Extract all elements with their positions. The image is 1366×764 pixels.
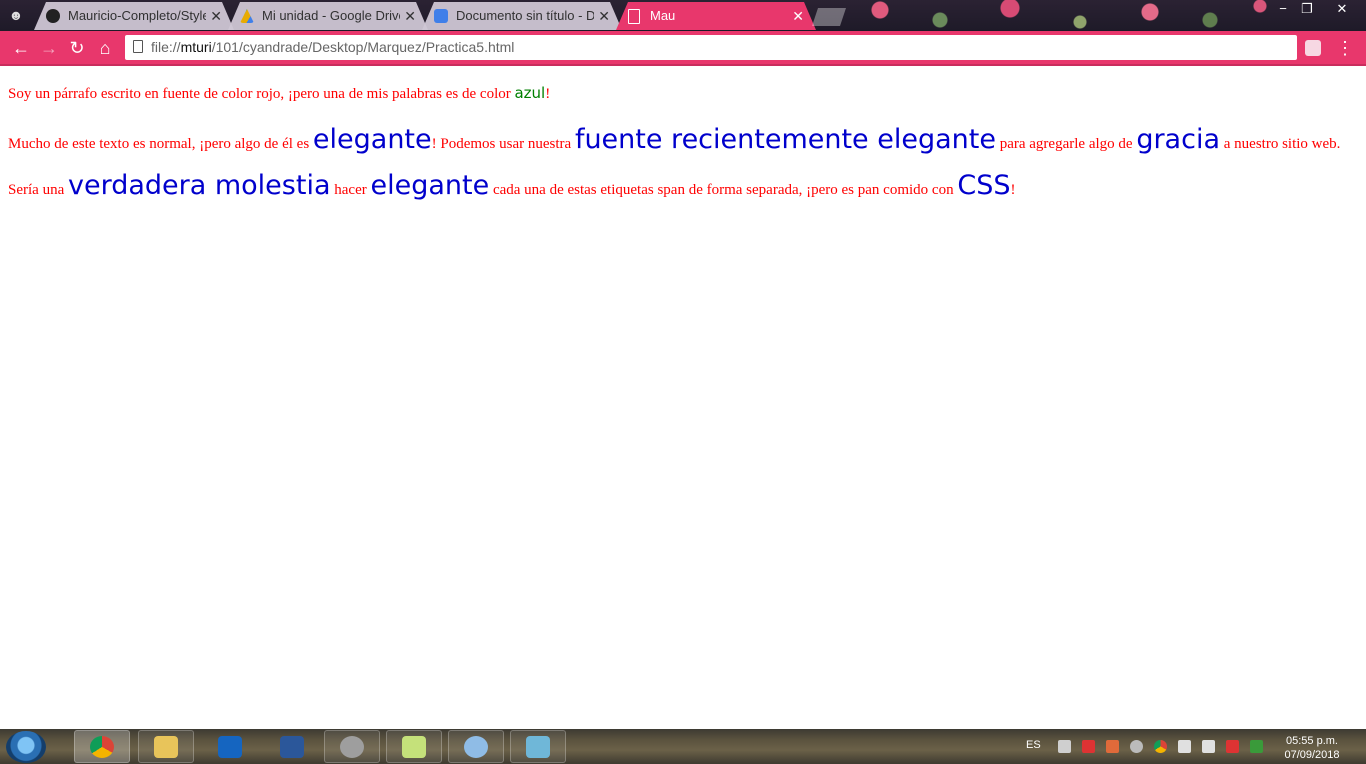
tab-close-icon[interactable]: ✕ — [210, 2, 222, 30]
start-button[interactable] — [6, 731, 46, 763]
close-window-button[interactable]: ✕ — [1324, 0, 1360, 20]
fancy-span: CSS — [957, 170, 1011, 201]
windows-taskbar: ES — [0, 729, 1366, 764]
browser-toolbar: ← → ↻ ⌂ file://mturi/101/cyandrade/Deskt… — [0, 31, 1366, 64]
paint-icon — [464, 736, 488, 758]
taskbar-paint[interactable] — [448, 730, 504, 763]
browser-titlebar: ☻ Mauricio-Completo/Style ✕ Mi unidad - … — [0, 0, 1366, 31]
taskbar-settings[interactable] — [324, 730, 380, 763]
tab-mau[interactable]: Mau ✕ — [616, 2, 816, 30]
extension-icon[interactable] — [1305, 40, 1321, 56]
tab-title: Mi unidad - Google Drive — [262, 8, 400, 23]
browser-menu-icon[interactable]: ⋮ — [1336, 37, 1354, 59]
volume-icon[interactable] — [1178, 740, 1191, 753]
clock-time: 05:55 p.m. — [1286, 735, 1338, 747]
settings-icon — [340, 736, 364, 758]
fancy-span: fuente recientemente elegante — [574, 124, 996, 155]
page-info-icon[interactable] — [133, 40, 143, 53]
app-icon — [526, 736, 550, 758]
google-docs-icon — [434, 9, 448, 23]
home-button[interactable]: ⌂ — [94, 37, 116, 59]
paragraph-2: Mucho de este texto es normal, ¡pero alg… — [8, 124, 1341, 201]
incognito-icon: ☻ — [8, 7, 24, 23]
tab-title: Mauricio-Completo/Style — [68, 8, 206, 23]
gear-icon[interactable] — [1130, 740, 1143, 753]
taskbar-sticky-notes[interactable] — [386, 730, 442, 763]
forward-button[interactable]: → — [38, 37, 60, 59]
highlight-word: azul — [514, 84, 546, 102]
fancy-span: verdadera molestia — [67, 170, 331, 201]
language-indicator[interactable]: ES — [1026, 739, 1041, 751]
word-icon — [280, 736, 304, 758]
taskbar-outlook[interactable] — [202, 730, 258, 763]
new-tab-button[interactable] — [812, 8, 846, 26]
google-drive-icon — [240, 9, 254, 23]
chrome-icon — [90, 736, 114, 758]
restore-button[interactable]: ❐ — [1292, 0, 1322, 20]
paragraph-1: Soy un párrafo escrito en fuente de colo… — [8, 84, 551, 102]
tab-github[interactable]: Mauricio-Completo/Style ✕ — [34, 2, 234, 30]
github-icon — [46, 9, 60, 23]
tab-title: Documento sin título - Do — [456, 8, 594, 23]
page-content: Soy un párrafo escrito en fuente de colo… — [8, 66, 1358, 211]
update-icon[interactable] — [1250, 740, 1263, 753]
action-center-icon[interactable] — [1226, 740, 1239, 753]
reload-button[interactable]: ↻ — [66, 37, 88, 59]
taskbar-file-explorer[interactable] — [138, 730, 194, 763]
address-url: file://mturi/101/cyandrade/Desktop/Marqu… — [151, 39, 515, 55]
tab-close-icon[interactable]: ✕ — [598, 2, 610, 30]
tab-google-docs[interactable]: Documento sin título - Do ✕ — [422, 2, 622, 30]
fancy-span: gracia — [1136, 124, 1220, 155]
page-icon — [628, 9, 640, 24]
tab-title: Mau — [650, 8, 676, 23]
tab-close-icon[interactable]: ✕ — [404, 2, 416, 30]
sticky-notes-icon — [402, 736, 426, 758]
fancy-span: elegante — [312, 124, 432, 155]
tab-close-icon[interactable]: ✕ — [792, 2, 804, 30]
taskbar-app[interactable] — [510, 730, 566, 763]
chrome-tray-icon[interactable] — [1154, 740, 1167, 753]
clock-date: 07/09/2018 — [1284, 749, 1340, 761]
outlook-icon — [218, 736, 242, 758]
sync-icon[interactable] — [1106, 740, 1119, 753]
taskbar-chrome[interactable] — [74, 730, 130, 763]
network-icon[interactable] — [1202, 740, 1215, 753]
tab-google-drive[interactable]: Mi unidad - Google Drive ✕ — [228, 2, 428, 30]
lock-icon[interactable] — [1058, 740, 1071, 753]
address-bar[interactable]: file://mturi/101/cyandrade/Desktop/Marqu… — [125, 35, 1297, 60]
clock[interactable]: 05:55 p.m. 07/09/2018 — [1276, 734, 1348, 762]
taskbar-word[interactable] — [264, 730, 320, 763]
back-button[interactable]: ← — [10, 37, 32, 59]
file-explorer-icon — [154, 736, 178, 758]
fancy-span: elegante — [370, 170, 490, 201]
security-icon[interactable] — [1082, 740, 1095, 753]
